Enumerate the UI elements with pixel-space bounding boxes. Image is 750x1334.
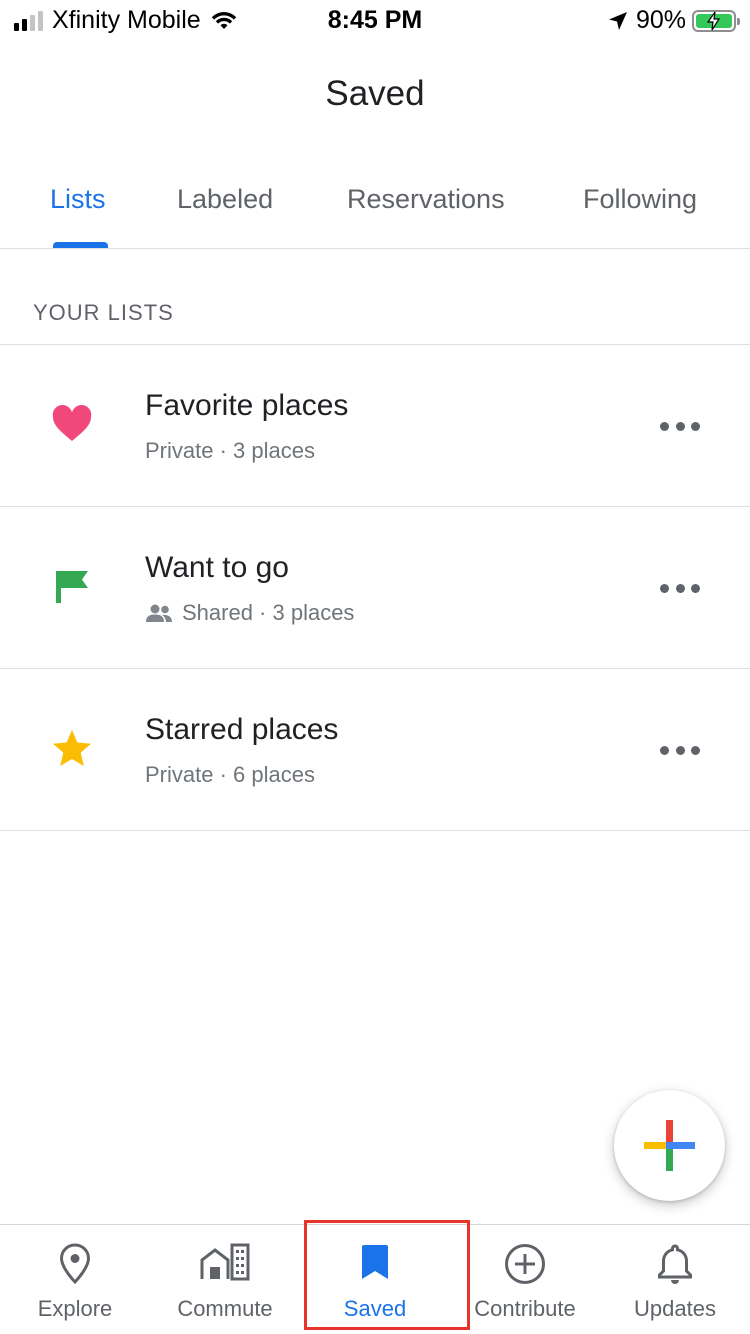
location-arrow-icon <box>608 11 627 30</box>
commute-icon <box>200 1243 250 1281</box>
star-icon <box>53 730 91 766</box>
nav-label: Updates <box>634 1296 716 1321</box>
nav-saved[interactable]: Saved <box>300 1225 450 1334</box>
tab-reservations[interactable]: Reservations <box>347 184 505 215</box>
nav-explore[interactable]: Explore <box>0 1225 150 1334</box>
bell-icon <box>658 1244 692 1284</box>
bottom-navigation: Explore Commute Saved Contribute Updates <box>0 1224 750 1334</box>
bookmark-icon <box>362 1245 388 1279</box>
list-item-want-to-go[interactable]: Want to go Shared · 3 places <box>0 507 750 669</box>
tab-bar: Lists Labeled Reservations Following <box>0 170 750 249</box>
list-title: Starred places <box>145 713 339 746</box>
nav-label: Explore <box>37 1296 113 1321</box>
active-tab-indicator <box>53 242 108 248</box>
nav-label: Contribute <box>474 1296 576 1321</box>
page-title: Saved <box>325 74 425 113</box>
status-right: 90% <box>608 6 740 35</box>
list-item-favorite-places[interactable]: Favorite places Private · 3 places <box>0 345 750 507</box>
list-title: Favorite places <box>145 389 349 422</box>
list-subtitle: Private · 6 places <box>145 762 315 788</box>
tab-lists[interactable]: Lists <box>50 184 106 215</box>
list-subtitle: Private · 3 places <box>145 438 315 464</box>
plus-icon <box>644 1120 695 1171</box>
map-pin-icon <box>59 1243 91 1285</box>
flag-icon <box>56 571 88 603</box>
section-title: YOUR LISTS <box>33 300 174 325</box>
new-list-button[interactable] <box>614 1090 725 1201</box>
list-subtitle-text: Private · 6 places <box>145 762 315 787</box>
tab-labeled[interactable]: Labeled <box>177 184 273 215</box>
more-options-button[interactable] <box>660 409 700 443</box>
list-subtitle-text: Private · 3 places <box>145 438 315 463</box>
tab-following[interactable]: Following <box>583 184 697 215</box>
list-subtitle-text: Shared · 3 places <box>182 600 355 625</box>
nav-label: Saved <box>343 1296 407 1321</box>
nav-commute[interactable]: Commute <box>150 1225 300 1334</box>
more-options-button[interactable] <box>660 733 700 767</box>
nav-label: Commute <box>177 1296 273 1321</box>
heart-icon <box>52 404 92 441</box>
people-icon <box>146 604 172 622</box>
battery-charging-icon <box>692 9 740 32</box>
more-options-button[interactable] <box>660 571 700 605</box>
list-item-starred-places[interactable]: Starred places Private · 6 places <box>0 669 750 831</box>
nav-contribute[interactable]: Contribute <box>450 1225 600 1334</box>
list-title: Want to go <box>145 551 289 584</box>
battery-percentage: 90% <box>635 6 686 34</box>
list-subtitle: Shared · 3 places <box>145 600 354 626</box>
add-circle-icon <box>505 1244 545 1284</box>
status-bar: Xfinity Mobile 8:45 PM 90% <box>0 0 750 40</box>
nav-updates[interactable]: Updates <box>600 1225 750 1334</box>
